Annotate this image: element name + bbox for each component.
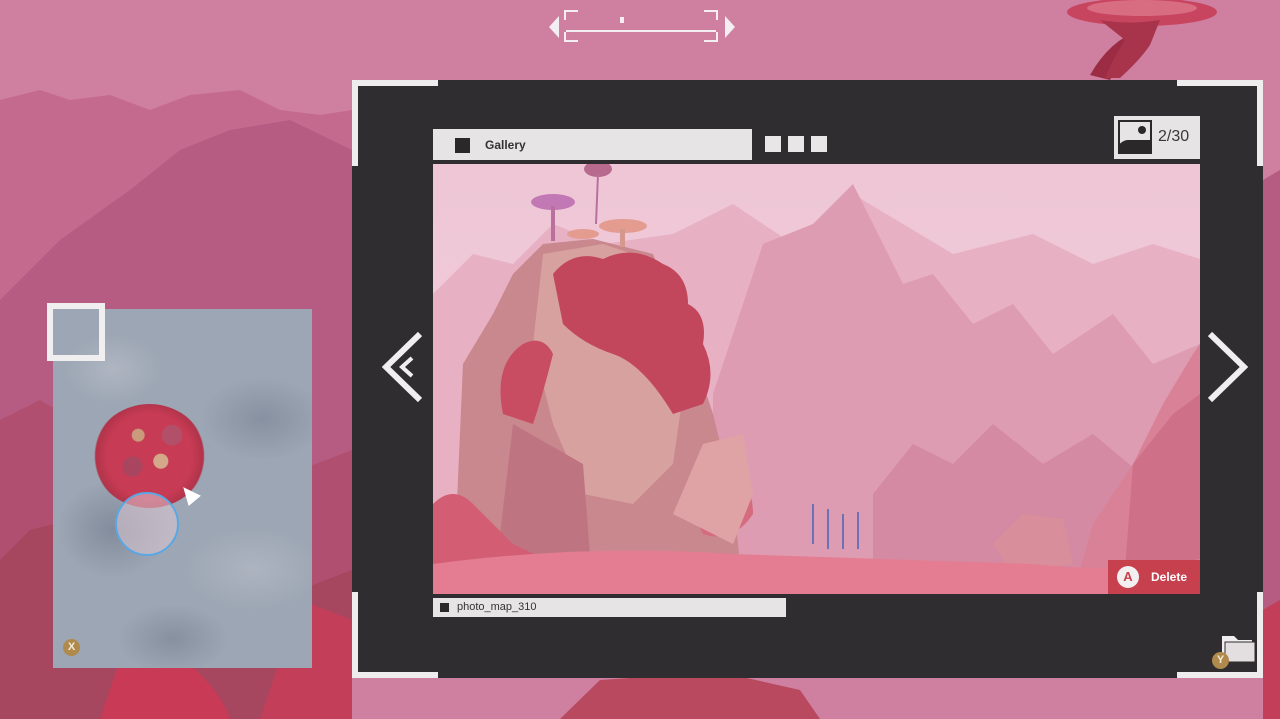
folder-button[interactable]: Y bbox=[1212, 628, 1258, 669]
minimap-corner bbox=[47, 303, 105, 361]
next-photo-button[interactable] bbox=[1207, 331, 1249, 403]
minimap[interactable]: X bbox=[47, 303, 318, 674]
delete-label: Delete bbox=[1151, 570, 1188, 584]
y-button-hint-icon: Y bbox=[1212, 652, 1229, 669]
photo-counter: 2/30 bbox=[1114, 116, 1200, 159]
chevron-left-icon bbox=[381, 331, 423, 403]
gallery-square-icon bbox=[455, 138, 470, 153]
photo-scene bbox=[433, 164, 1200, 594]
photo-filename-bar: photo_map_310 bbox=[433, 598, 786, 617]
x-button-hint-icon[interactable]: X bbox=[63, 639, 80, 656]
gallery-corner bbox=[352, 80, 438, 166]
minimap-fog bbox=[53, 309, 312, 668]
compass-right-arrow-icon bbox=[725, 16, 735, 38]
compass-marker-icon bbox=[620, 17, 624, 23]
prev-photo-button[interactable] bbox=[381, 331, 423, 403]
compass-track bbox=[564, 10, 718, 42]
gallery-photo[interactable] bbox=[433, 164, 1200, 594]
photo-counter-text: 2/30 bbox=[1158, 128, 1190, 145]
compass-left-arrow-icon bbox=[549, 16, 559, 38]
page-dot[interactable] bbox=[811, 136, 827, 152]
gallery-title: Gallery bbox=[485, 138, 526, 152]
minimap-photo-location[interactable] bbox=[115, 492, 179, 556]
compass-bar bbox=[549, 10, 735, 44]
gallery-panel: Gallery 2/30 A Delete photo_map_310 Y bbox=[352, 80, 1263, 678]
chevron-right-icon bbox=[1207, 331, 1249, 403]
file-square-icon bbox=[440, 603, 449, 612]
gallery-page-dots bbox=[765, 136, 834, 157]
gallery-title-bar: Gallery bbox=[433, 129, 752, 160]
page-dot[interactable] bbox=[765, 136, 781, 152]
page-dot[interactable] bbox=[788, 136, 804, 152]
photo-filename: photo_map_310 bbox=[457, 601, 537, 613]
image-icon bbox=[1118, 120, 1152, 154]
a-button-icon: A bbox=[1117, 566, 1139, 588]
gallery-corner bbox=[352, 592, 438, 678]
delete-button[interactable]: A Delete bbox=[1108, 560, 1200, 594]
